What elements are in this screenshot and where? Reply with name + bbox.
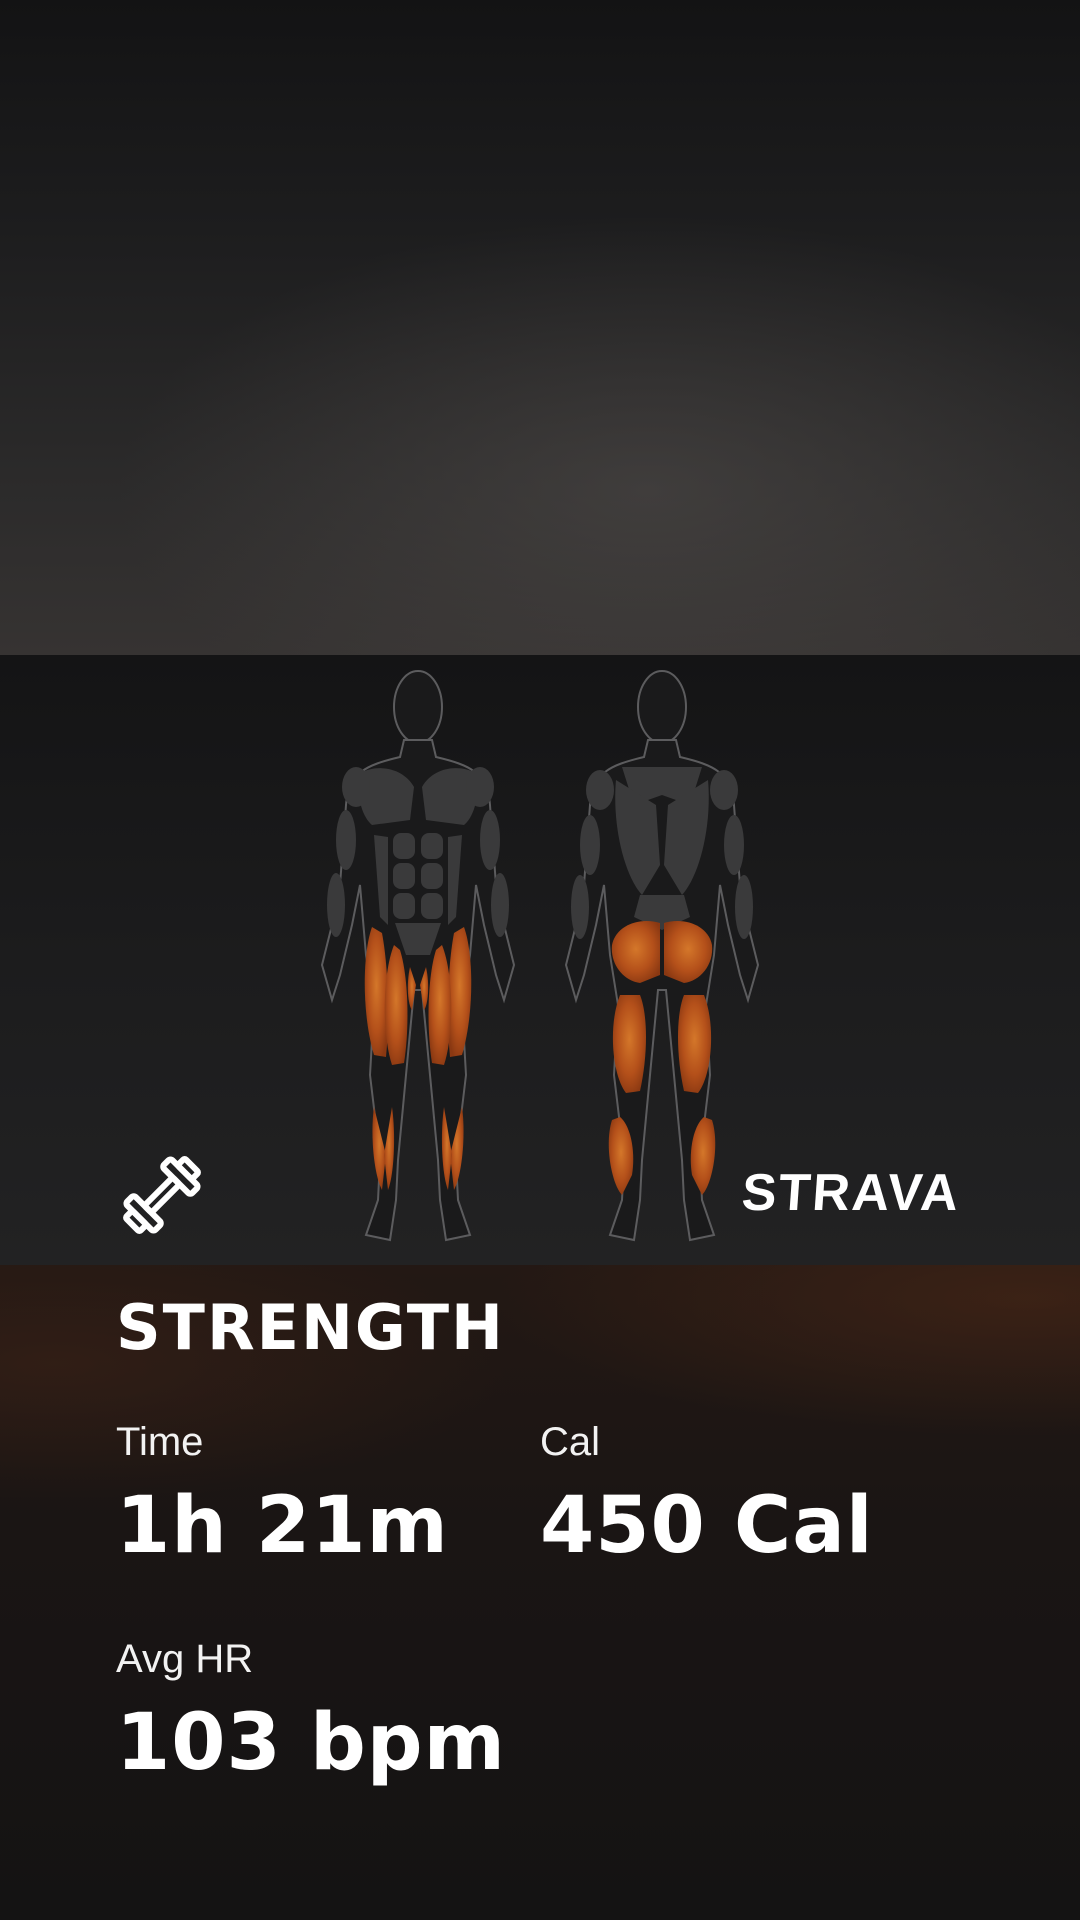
back-body [564, 670, 760, 1242]
stat-label: Cal [540, 1420, 601, 1464]
stat-value: 1h 21m [116, 1481, 449, 1571]
activity-type-title: STRENGTH [116, 1291, 505, 1364]
stat-value: 103 bpm [116, 1698, 506, 1788]
stat-calories: Cal 450 Cal [540, 1420, 874, 1571]
front-body [320, 670, 516, 1242]
stat-time: Time 1h 21m [116, 1420, 449, 1571]
stat-label: Avg HR [116, 1637, 254, 1681]
muscle-map-panel: STRAVA [0, 655, 1080, 1265]
stat-label: Time [116, 1420, 204, 1464]
stat-avg-hr: Avg HR 103 bpm [116, 1637, 506, 1788]
dumbbell-icon [123, 1156, 201, 1234]
stat-value: 450 Cal [540, 1481, 874, 1571]
photo-area [0, 0, 1080, 655]
strava-logo: STRAVA [739, 1164, 963, 1222]
activity-stats: STRENGTH Time 1h 21m Cal 450 Cal Avg HR … [0, 1265, 1080, 1920]
